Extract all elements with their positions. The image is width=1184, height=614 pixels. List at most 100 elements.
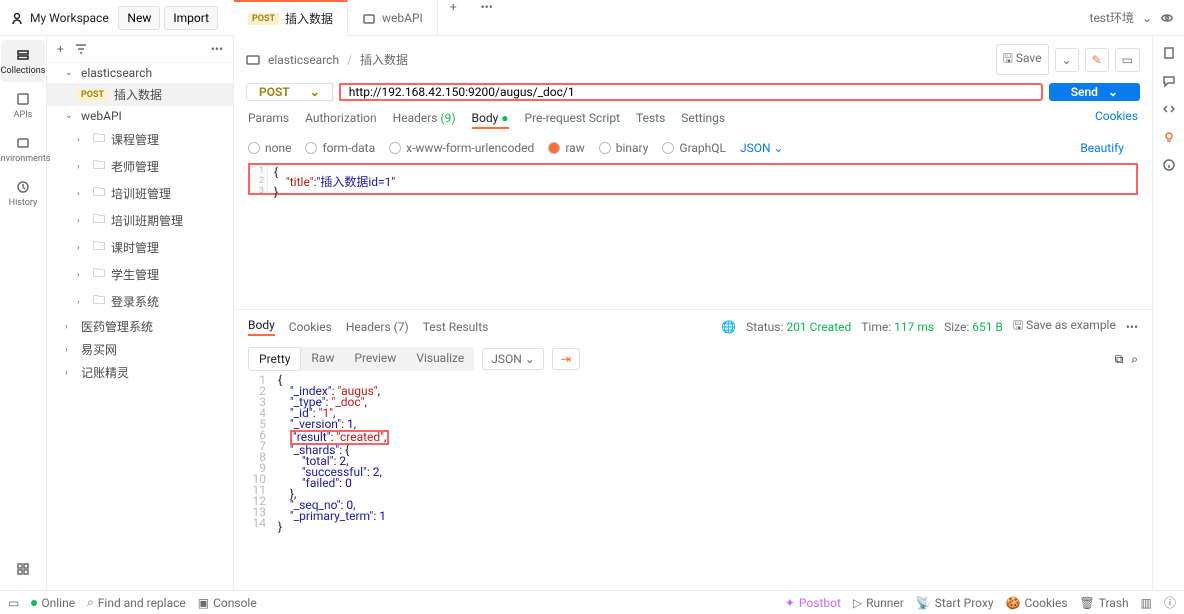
workspace-selector[interactable]: My Workspace New Import (0, 6, 234, 30)
body-raw[interactable]: raw (548, 141, 584, 155)
environment-selector[interactable]: test环境 ⌄ (1080, 9, 1184, 26)
new-button[interactable]: New (118, 6, 160, 30)
method-selector[interactable]: POST⌄ (246, 83, 333, 101)
resp-tab-cookies[interactable]: Cookies (289, 320, 332, 334)
breadcrumb-collection[interactable]: elasticsearch (268, 53, 339, 67)
filter-icon[interactable] (74, 42, 88, 56)
tab-label: 插入数据 (285, 10, 333, 27)
resp-tab-tests[interactable]: Test Results (423, 320, 489, 334)
info-icon[interactable] (1162, 158, 1176, 172)
copy-icon[interactable]: ⧉ (1115, 352, 1124, 367)
tree-folder[interactable]: ›🗀登录系统 (47, 288, 233, 315)
person-icon (10, 11, 24, 25)
tab-settings[interactable]: Settings (681, 109, 725, 129)
tree-collection[interactable]: ›易买网 (47, 338, 233, 361)
rail-environments[interactable]: Environments (1, 128, 45, 170)
comment-icon[interactable]: ▭ (1115, 48, 1140, 72)
request-panel: elasticsearch / 插入数据 🖫 Save ⌄ ✎ ▭ POST⌄ … (234, 36, 1152, 590)
add-button[interactable]: + (57, 42, 64, 56)
tree-collection[interactable]: ⌄elasticsearch (47, 63, 233, 83)
cookies-button[interactable]: 🍪 Cookies (1006, 596, 1068, 610)
right-rail (1152, 36, 1184, 590)
beautify-link[interactable]: Beautify (1080, 141, 1138, 155)
tab-params[interactable]: Params (248, 109, 289, 129)
runner-button[interactable]: ▷ Runner (853, 596, 904, 610)
tree-folder[interactable]: ›🗀学生管理 (47, 261, 233, 288)
body-binary[interactable]: binary (599, 141, 649, 155)
status-label: Status: 201 Created (746, 320, 851, 334)
add-tab-button[interactable]: + (438, 0, 469, 36)
globe-icon[interactable]: 🌐 (721, 320, 736, 334)
panel-toggle-icon[interactable]: ▭ (8, 596, 19, 610)
postbot-button[interactable]: ✦ Postbot (785, 596, 841, 610)
save-example-button[interactable]: 🖫 Save as example (1013, 316, 1116, 337)
body-formdata[interactable]: form-data (305, 141, 375, 155)
resp-format-selector[interactable]: JSON ⌄ (482, 348, 544, 370)
more-icon[interactable]: ••• (211, 42, 223, 56)
tree-folder[interactable]: ›🗀课时管理 (47, 234, 233, 261)
tab-body[interactable]: Body ● (472, 109, 509, 129)
rail-collections[interactable]: Collections (1, 40, 45, 82)
search-icon[interactable]: ⌕ (1131, 352, 1138, 367)
edit-icon[interactable]: ✎ (1085, 48, 1109, 72)
tree-collection[interactable]: ⌄webAPI (47, 106, 233, 126)
tree-folder[interactable]: ›🗀老师管理 (47, 153, 233, 180)
tree-folder[interactable]: ›🗀培训班管理 (47, 180, 233, 207)
url-input[interactable] (349, 85, 1033, 99)
tree-folder[interactable]: ›🗀课程管理 (47, 126, 233, 153)
send-button[interactable]: Send⌄ (1049, 83, 1140, 101)
tree-folder[interactable]: ›🗀培训班期管理 (47, 207, 233, 234)
time-label: Time: 117 ms (861, 320, 934, 334)
tab-menu-button[interactable]: ••• (469, 0, 505, 36)
find-replace[interactable]: ⌕ Find and replace (87, 595, 186, 610)
collection-tree: ⌄elasticsearch POST插入数据 ⌄webAPI ›🗀课程管理 ›… (47, 63, 233, 590)
view-visualize[interactable]: Visualize (406, 347, 474, 371)
history-icon (16, 180, 30, 194)
bulb-icon[interactable] (1162, 130, 1176, 144)
body-graphql[interactable]: GraphQL (662, 141, 726, 155)
console-toggle[interactable]: ▣ Console (198, 596, 257, 610)
rail-apis[interactable]: APIs (1, 84, 45, 126)
grid-icon (16, 562, 30, 576)
request-body-editor[interactable]: 123 { "title":"插入数据id=1" } (248, 163, 1138, 195)
tree-request-active[interactable]: POST插入数据 (47, 83, 233, 106)
apis-icon (16, 92, 30, 106)
tab-headers[interactable]: Headers (9) (393, 109, 456, 129)
import-button[interactable]: Import (164, 6, 218, 30)
online-status[interactable]: Online (31, 596, 75, 610)
wrap-icon[interactable]: ⇥ (552, 348, 580, 370)
cookies-link[interactable]: Cookies (1095, 109, 1138, 129)
save-dropdown[interactable]: ⌄ (1055, 48, 1079, 72)
view-preview[interactable]: Preview (344, 347, 406, 371)
rail-configure[interactable] (1, 554, 45, 584)
tree-collection[interactable]: ›记账精灵 (47, 361, 233, 384)
breadcrumb-request: 插入数据 (360, 51, 408, 68)
comments-icon[interactable] (1162, 74, 1176, 88)
body-urlencoded[interactable]: x-www-form-urlencoded (389, 141, 534, 155)
body-none[interactable]: none (248, 141, 291, 155)
tab-auth[interactable]: Authorization (305, 109, 377, 129)
response-body[interactable]: 1234567891011121314 { "_index": "augus",… (248, 375, 1138, 590)
view-pretty[interactable]: Pretty (248, 347, 301, 371)
more-icon[interactable]: ••• (1126, 320, 1138, 334)
docs-icon[interactable] (1162, 46, 1176, 60)
rail-history[interactable]: History (1, 172, 45, 214)
eye-icon[interactable] (1160, 11, 1174, 25)
tab-bar: POST 插入数据 webAPI + ••• (234, 0, 1080, 36)
save-button[interactable]: 🖫 Save (996, 44, 1049, 75)
tab-request-2[interactable]: webAPI (348, 0, 438, 36)
method-badge: POST (248, 13, 279, 25)
resp-tab-body[interactable]: Body (248, 318, 275, 336)
code-icon[interactable] (1162, 102, 1176, 116)
tab-request-1[interactable]: POST 插入数据 (234, 0, 348, 36)
view-raw[interactable]: Raw (301, 347, 344, 371)
two-pane-icon[interactable]: ▥ (1141, 596, 1152, 610)
tab-prereq[interactable]: Pre-request Script (525, 109, 620, 129)
help-icon[interactable]: ⓘ (1164, 594, 1176, 611)
resp-tab-headers[interactable]: Headers (7) (346, 320, 409, 334)
tree-collection[interactable]: ›医药管理系统 (47, 315, 233, 338)
proxy-button[interactable]: 📡 Start Proxy (916, 596, 994, 610)
body-format-selector[interactable]: JSON ⌄ (740, 141, 784, 155)
trash-button[interactable]: 🗑 Trash (1080, 596, 1129, 610)
tab-tests[interactable]: Tests (636, 109, 665, 129)
